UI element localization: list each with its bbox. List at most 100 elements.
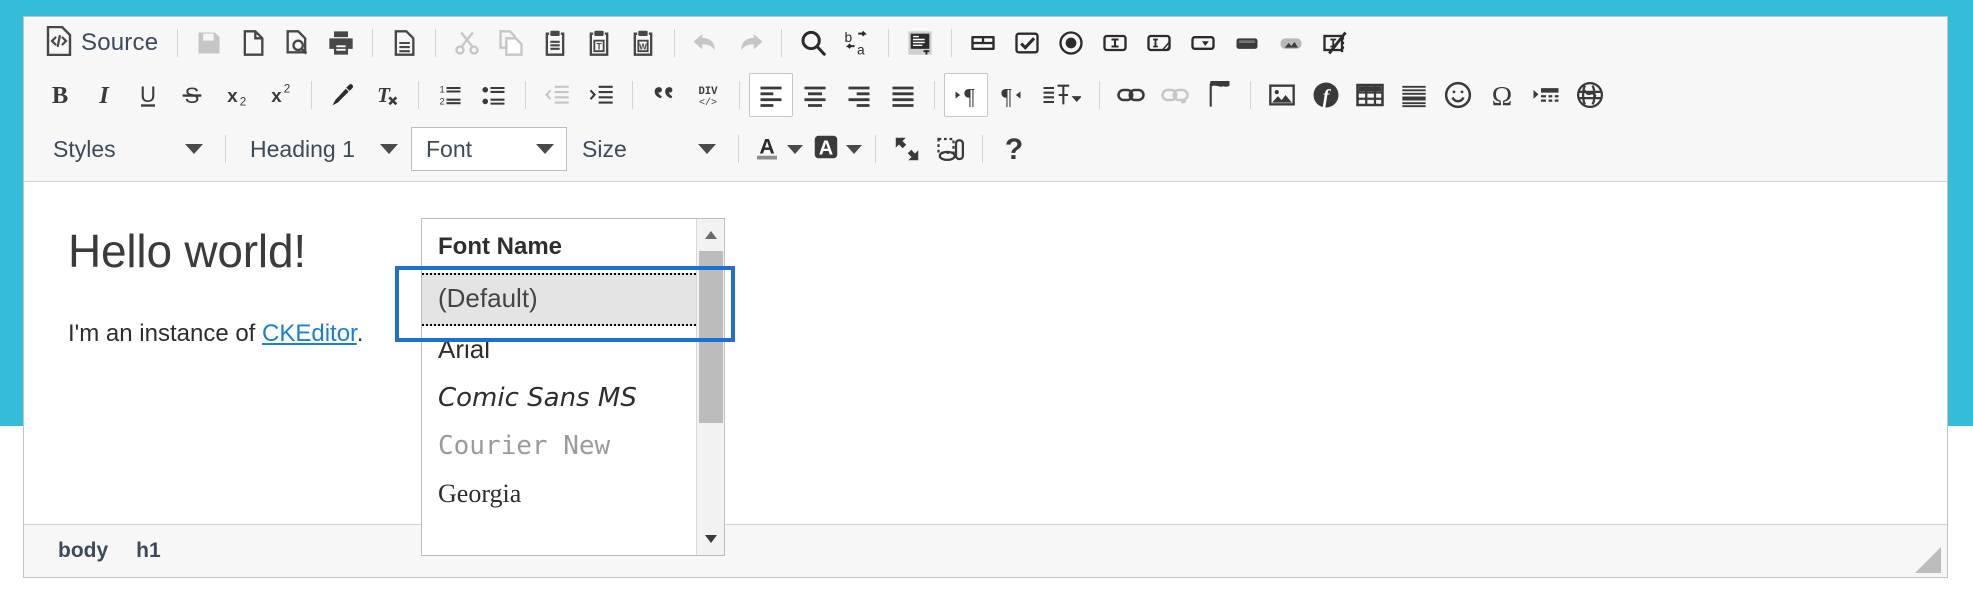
chevron-down-icon <box>185 144 203 154</box>
paragraph-format-combo[interactable]: Heading 1 <box>235 127 411 171</box>
elements-path-body[interactable]: body <box>58 539 108 563</box>
strikethrough-button[interactable]: S <box>170 73 214 117</box>
align-right-icon[interactable] <box>837 73 881 117</box>
font-option-courier-new[interactable]: Courier New <box>422 423 696 471</box>
hidden-field-icon[interactable] <box>1313 21 1357 65</box>
svg-text:U: U <box>140 82 156 107</box>
about-icon[interactable]: ? <box>992 127 1036 171</box>
align-left-icon[interactable] <box>749 73 793 117</box>
numbered-list-icon[interactable]: 12 <box>428 73 472 117</box>
increase-indent-icon[interactable] <box>579 73 623 117</box>
chevron-down-icon <box>787 144 803 154</box>
special-character-icon[interactable]: Ω <box>1480 73 1524 117</box>
smiley-icon[interactable] <box>1436 73 1480 117</box>
image-button-icon[interactable] <box>1269 21 1313 65</box>
font-size-combo[interactable]: Size <box>567 127 729 171</box>
svg-text:x: x <box>271 85 282 106</box>
font-combo[interactable]: Font <box>411 127 567 171</box>
svg-text:B: B <box>52 82 68 109</box>
print-icon[interactable] <box>319 21 363 65</box>
form-icon[interactable] <box>1093 21 1137 65</box>
save-icon[interactable] <box>187 21 231 65</box>
horizontal-rule-icon[interactable] <box>1392 73 1436 117</box>
checkbox-icon[interactable] <box>1005 21 1049 65</box>
editable-content-area[interactable]: Hello world! I'm an instance of CKEditor… <box>24 182 1947 524</box>
flash-icon[interactable]: f <box>1304 73 1348 117</box>
chevron-down-icon <box>698 144 716 154</box>
font-combo-label: Font <box>426 135 473 162</box>
redo-icon[interactable] <box>728 21 772 65</box>
toolbar-separator <box>1250 81 1251 109</box>
font-panel-scrollbar[interactable] <box>696 219 724 555</box>
toolbar-separator <box>934 81 935 109</box>
copy-formatting-icon[interactable] <box>321 73 365 117</box>
font-option-comic-sans-ms[interactable]: Comic Sans MS <box>422 375 696 423</box>
table-icon[interactable] <box>1348 73 1392 117</box>
scroll-up-icon[interactable] <box>697 221 724 249</box>
resize-grip[interactable] <box>1915 547 1941 573</box>
paragraph-text-after: . <box>356 320 364 347</box>
textarea-icon[interactable] <box>1137 21 1181 65</box>
svg-text:I: I <box>98 82 110 109</box>
toolbar-separator <box>1099 81 1100 109</box>
image-icon[interactable] <box>1260 73 1304 117</box>
justify-icon[interactable] <box>881 73 925 117</box>
iframe-icon[interactable] <box>1568 73 1612 117</box>
link-icon[interactable] <box>1109 73 1153 117</box>
svg-text:2: 2 <box>240 96 246 109</box>
paste-icon[interactable] <box>533 21 577 65</box>
font-option-default[interactable]: (Default) <box>422 273 696 326</box>
text-direction-ltr-icon[interactable]: ¶ <box>944 73 988 117</box>
unlink-icon[interactable] <box>1153 73 1197 117</box>
bulleted-list-icon[interactable] <box>472 73 516 117</box>
svg-text:a: a <box>857 42 865 57</box>
paste-from-word-icon[interactable]: W <box>621 21 665 65</box>
cut-icon[interactable] <box>445 21 489 65</box>
toolbar-row-1: Source T W b a <box>24 17 1947 69</box>
create-div-icon[interactable]: DIV </> <box>686 73 730 117</box>
format-combo-label: Heading 1 <box>250 135 355 162</box>
new-page-icon[interactable] <box>231 21 275 65</box>
styles-combo[interactable]: Styles <box>38 127 216 171</box>
selection-field-icon[interactable] <box>1181 21 1225 65</box>
subscript-button[interactable]: x2 <box>214 73 258 117</box>
source-button[interactable]: Source <box>38 21 168 65</box>
select-all-icon[interactable] <box>898 21 942 65</box>
underline-button[interactable]: U <box>126 73 170 117</box>
text-field-icon[interactable] <box>961 21 1005 65</box>
blockquote-icon[interactable] <box>642 73 686 117</box>
scroll-down-icon[interactable] <box>697 525 724 553</box>
font-option-arial[interactable]: Arial <box>422 326 696 375</box>
text-direction-rtl-icon[interactable]: ¶ <box>988 73 1032 117</box>
ckeditor-link[interactable]: CKEditor <box>262 320 357 347</box>
align-center-icon[interactable] <box>793 73 837 117</box>
superscript-button[interactable]: x2 <box>258 73 302 117</box>
toolbar-row-2: B I U S x2 x2 T 1 2 DIV </> ¶ ¶ f Ω <box>24 69 1947 121</box>
page-break-icon[interactable] <box>1524 73 1568 117</box>
decrease-indent-icon[interactable] <box>535 73 579 117</box>
anchor-icon[interactable] <box>1197 73 1241 117</box>
undo-icon[interactable] <box>684 21 728 65</box>
paste-as-plain-text-icon[interactable]: T <box>577 21 621 65</box>
elements-path-h1[interactable]: h1 <box>136 539 161 563</box>
text-color-button[interactable]: A <box>748 127 807 171</box>
copy-icon[interactable] <box>489 21 533 65</box>
find-icon[interactable] <box>791 21 835 65</box>
templates-icon[interactable] <box>382 21 426 65</box>
italic-button[interactable]: I <box>82 73 126 117</box>
font-option-georgia[interactable]: Georgia <box>422 471 696 519</box>
toolbar-separator <box>738 135 739 163</box>
bold-button[interactable]: B <box>38 73 82 117</box>
scrollbar-thumb[interactable] <box>699 251 723 423</box>
maximize-icon[interactable] <box>885 127 929 171</box>
background-color-button[interactable]: A <box>807 127 866 171</box>
button-icon[interactable] <box>1225 21 1269 65</box>
svg-text:¶: ¶ <box>964 84 975 109</box>
replace-icon[interactable]: ba <box>835 21 879 65</box>
radio-button-icon[interactable] <box>1049 21 1093 65</box>
show-blocks-icon[interactable] <box>929 127 973 171</box>
preview-icon[interactable] <box>275 21 319 65</box>
language-icon[interactable] <box>1032 73 1090 117</box>
remove-format-icon[interactable]: T <box>365 73 409 117</box>
toolbar-row-3: Styles Heading 1 Font Size A A ? <box>24 121 1947 177</box>
